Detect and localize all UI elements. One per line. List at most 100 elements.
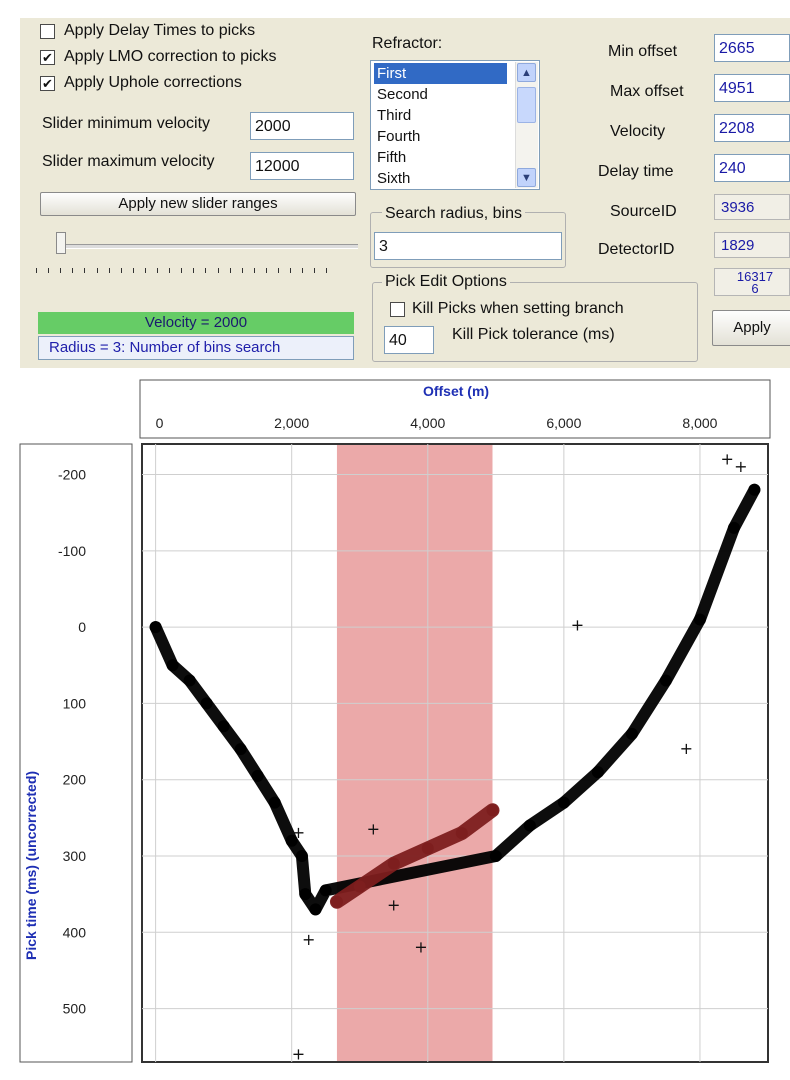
- refractor-item[interactable]: Second: [374, 84, 431, 105]
- velocity-slider-track[interactable]: [56, 244, 358, 249]
- refractor-item[interactable]: First: [374, 63, 507, 84]
- slider-tick: [193, 268, 195, 273]
- x-tick-label: 8,000: [682, 415, 717, 431]
- pick-point: [234, 743, 247, 756]
- outlier-pick: +: [720, 449, 733, 468]
- velocity-input[interactable]: 2208: [714, 114, 790, 142]
- slider-tick: [241, 268, 243, 273]
- slider-tick: [120, 268, 122, 273]
- refractor-label: Refractor:: [372, 35, 443, 52]
- pick-point: [523, 819, 536, 832]
- apply-lmo-checkbox[interactable]: ✔: [40, 50, 55, 65]
- pick-point: [625, 727, 638, 740]
- slider-tick: [36, 268, 37, 273]
- kill-tolerance-input[interactable]: 40: [384, 326, 434, 354]
- radius-status: Radius = 3: Number of bins search: [38, 336, 354, 360]
- apply-delay-times-checkbox[interactable]: [40, 24, 55, 39]
- pick-point: [319, 884, 332, 897]
- y-tick-label: 100: [63, 695, 87, 711]
- pick-point: [353, 880, 366, 893]
- min-offset-label: Min offset: [608, 43, 678, 60]
- outlier-pick: +: [414, 938, 427, 957]
- source-id-value: 3936: [714, 194, 790, 220]
- refractor-scrollbar[interactable]: ▲ ▼: [515, 62, 538, 188]
- apply-uphole-checkbox[interactable]: ✔: [40, 76, 55, 91]
- kill-tolerance-label: Kill Pick tolerance (ms): [452, 326, 615, 343]
- y-tick-label: 200: [63, 772, 87, 788]
- pick-point: [330, 895, 343, 908]
- slider-max-input[interactable]: 12000: [250, 152, 354, 180]
- slider-tick: [96, 268, 98, 273]
- y-tick-label: 500: [63, 1001, 87, 1017]
- detector-id-value: 1829: [714, 232, 790, 258]
- slider-tick: [144, 268, 146, 273]
- scroll-down-icon[interactable]: ▼: [517, 168, 536, 187]
- outlier-pick: +: [367, 819, 380, 838]
- slider-tick: [217, 268, 219, 273]
- min-offset-input[interactable]: 2665: [714, 34, 790, 62]
- slider-tick: [229, 268, 231, 273]
- slider-tick: [253, 268, 255, 273]
- y-tick-label: 400: [63, 924, 87, 940]
- slider-min-input[interactable]: 2000: [250, 112, 354, 140]
- slider-tick: [181, 268, 183, 273]
- slider-min-label: Slider minimum velocity: [42, 115, 211, 132]
- apply-delay-times-label: Apply Delay Times to picks: [64, 22, 256, 39]
- slider-tick: [278, 268, 279, 273]
- y-tick-label: -100: [58, 543, 86, 559]
- pick-point: [489, 850, 502, 862]
- refractor-item[interactable]: Fifth: [374, 147, 409, 168]
- x-tick-label: 2,000: [274, 415, 309, 431]
- slider-max-label: Slider maximum velocity: [42, 153, 215, 170]
- pick-point: [309, 903, 322, 916]
- search-radius-input[interactable]: 3: [374, 232, 562, 260]
- velocity-label: Velocity: [610, 123, 666, 140]
- slider-tick: [132, 268, 134, 273]
- scroll-thumb[interactable]: [517, 87, 536, 123]
- pick-time-chart: +++++++++ + Offset (m) Pick time (ms) (un…: [0, 370, 790, 1080]
- slider-tick: [169, 268, 171, 273]
- y-tick-label: -200: [58, 467, 86, 483]
- delay-time-input[interactable]: 240: [714, 154, 790, 182]
- slider-tick: [314, 268, 316, 273]
- pick-point: [387, 857, 400, 870]
- velocity-slider-ticks: [36, 268, 328, 276]
- pick-point: [295, 850, 308, 862]
- outlier-pick: +: [734, 457, 747, 476]
- refractor-item[interactable]: Sixth: [374, 168, 413, 189]
- pick-point: [591, 766, 604, 779]
- pick-point: [659, 674, 672, 687]
- extra-id-value: 16317 6: [714, 268, 790, 296]
- apply-slider-ranges-button[interactable]: Apply new slider ranges: [40, 192, 356, 216]
- pick-point: [183, 674, 196, 687]
- refractor-item[interactable]: Fourth: [374, 126, 423, 147]
- apply-uphole-label: Apply Uphole corrections: [64, 74, 242, 91]
- pick-point: [486, 804, 499, 817]
- pick-point: [557, 796, 570, 809]
- pick-point: [455, 827, 468, 840]
- offset-range-band: [336, 445, 493, 1061]
- velocity-slider-thumb[interactable]: [56, 232, 66, 254]
- refractor-listbox[interactable]: First Second Third Fourth Fifth Sixth ▲ ▼: [370, 60, 540, 190]
- slider-tick: [265, 268, 267, 273]
- pick-point: [268, 796, 281, 809]
- apply-button[interactable]: Apply: [712, 310, 790, 346]
- pick-point: [299, 888, 312, 901]
- outlier-pick: +: [680, 739, 693, 758]
- velocity-status: Velocity = 2000: [38, 312, 354, 334]
- scroll-up-icon[interactable]: ▲: [517, 63, 536, 82]
- x-axis-title: Offset (m): [423, 383, 489, 399]
- kill-picks-checkbox[interactable]: [390, 302, 405, 317]
- slider-tick: [290, 268, 292, 273]
- detector-id-label: DetectorID: [598, 241, 675, 258]
- pick-point: [727, 521, 740, 534]
- slider-tick: [48, 268, 50, 273]
- slider-tick: [157, 268, 158, 273]
- pick-point: [217, 720, 230, 733]
- outlier-pick: +: [571, 616, 584, 635]
- refractor-item[interactable]: Third: [374, 105, 414, 126]
- max-offset-input[interactable]: 4951: [714, 74, 790, 102]
- pick-point: [166, 659, 179, 672]
- slider-tick: [84, 268, 86, 273]
- slider-tick: [108, 268, 110, 273]
